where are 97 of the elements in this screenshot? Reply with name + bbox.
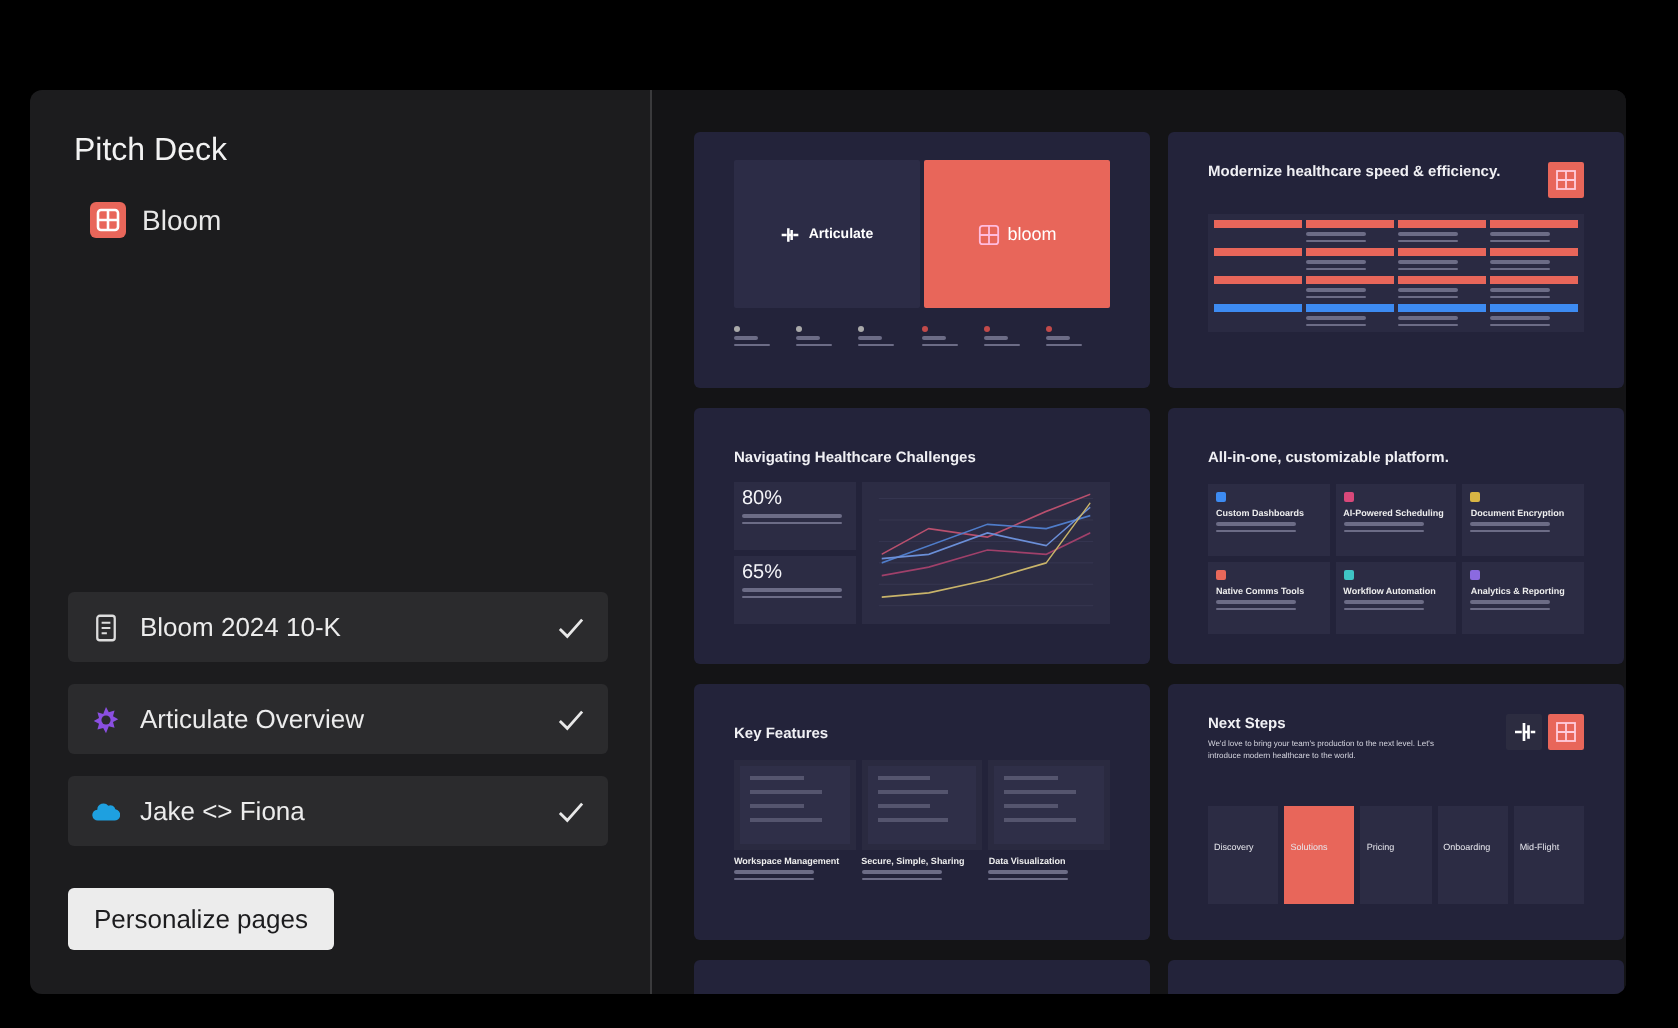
placeholder-line [1216,522,1296,525]
placeholder-line [1045,336,1070,339]
placeholder-line [1343,522,1424,525]
placeholder-line [734,343,770,346]
header-bar [1214,276,1302,284]
header-bar [1398,276,1486,284]
header-bar [1398,220,1486,228]
logo-text: bloom [1007,224,1057,244]
placeholder-line [1398,288,1458,291]
source-item[interactable]: Articulate Overview [68,684,608,754]
placeholder-line [861,877,942,880]
placeholder-line [1470,607,1551,610]
placeholder-line [1306,260,1366,263]
placeholder-line [1398,295,1458,298]
placeholder-line [1490,232,1550,235]
stat-value: 80% [742,488,785,510]
header-bar [1306,220,1394,228]
placeholder-line [734,870,814,873]
placeholder-line [858,343,895,346]
placeholder-line [1470,529,1551,532]
placeholder-line [1306,323,1366,326]
placeholder-line [983,336,1008,339]
person-dot [796,326,803,332]
placeholder-line [1306,232,1366,235]
placeholder-line [742,588,842,591]
placeholder-line [1398,316,1458,319]
placeholder-line [1398,239,1458,242]
placeholder-line [1306,288,1366,291]
placeholder-line [1343,529,1424,532]
placeholder-line [1490,288,1550,291]
placeholder-line [1306,316,1366,319]
placeholder-line [983,343,1020,346]
placeholder-line [1470,600,1551,603]
placeholder-line [1470,522,1551,525]
placeholder-line [1490,239,1550,242]
placeholder-line [1216,607,1296,610]
header-bar [1214,220,1302,228]
company-name: Bloom [142,204,222,236]
placeholder-line [1216,600,1296,603]
placeholder-line [1490,267,1550,270]
placeholder-line [921,343,958,346]
burst-icon [92,705,120,733]
placeholder-line [1398,267,1458,270]
placeholder-line [742,595,842,598]
bars-logo-icon [1506,714,1542,750]
placeholder-line [796,343,833,346]
document-icon [92,613,120,641]
placeholder-line [1490,260,1550,263]
person-dot [858,326,865,332]
person-dot [921,326,928,332]
header-bar [1490,220,1578,228]
header-bar [1398,304,1486,312]
header-bar [1490,304,1578,312]
person-dot [1045,326,1052,332]
source-item[interactable]: Bloom 2024 10-K [68,592,608,662]
placeholder-line [742,514,842,517]
header-bar [1490,248,1578,256]
placeholder-line [1306,267,1366,270]
placeholder-line [858,336,883,339]
placeholder-line [1490,316,1550,319]
placeholder-line [1306,295,1366,298]
placeholder-line [988,870,1069,873]
placeholder-line [796,336,821,339]
placeholder-line [1306,239,1366,242]
source-item[interactable]: Jake <> Fiona [68,776,608,846]
mockup-drawing [861,760,983,850]
header-bar [1306,248,1394,256]
bars-logo-icon [780,225,801,243]
placeholder-line [1398,323,1458,326]
person-dot [983,326,990,332]
person-dot [734,326,740,332]
placeholder-line [1343,607,1424,610]
mockup-drawing [988,760,1111,850]
placeholder-line [1398,260,1458,263]
stat-value: 65% [742,562,785,584]
placeholder-line [1343,600,1424,603]
placeholder-line [1490,295,1550,298]
placeholder-line [1490,323,1550,326]
placeholder-line [1216,529,1296,532]
header-bar [1214,304,1302,312]
header-bar [1306,276,1394,284]
placeholder-line [1398,232,1458,235]
placeholder-line [742,521,842,524]
mockup-drawing [734,760,856,850]
placeholder-line [988,877,1069,880]
header-bar [1214,248,1302,256]
placeholder-line [734,336,758,339]
placeholder-line [734,877,814,880]
placeholder-line [861,870,942,873]
placeholder-line [1045,343,1082,346]
header-bar [1398,248,1486,256]
cloud-icon [92,797,120,825]
placeholder-line [921,336,946,339]
header-bar [1490,276,1578,284]
personalize-button[interactable]: Personalize pages [68,888,334,950]
header-bar [1306,304,1394,312]
panel-title: Pitch Deck [74,134,229,170]
